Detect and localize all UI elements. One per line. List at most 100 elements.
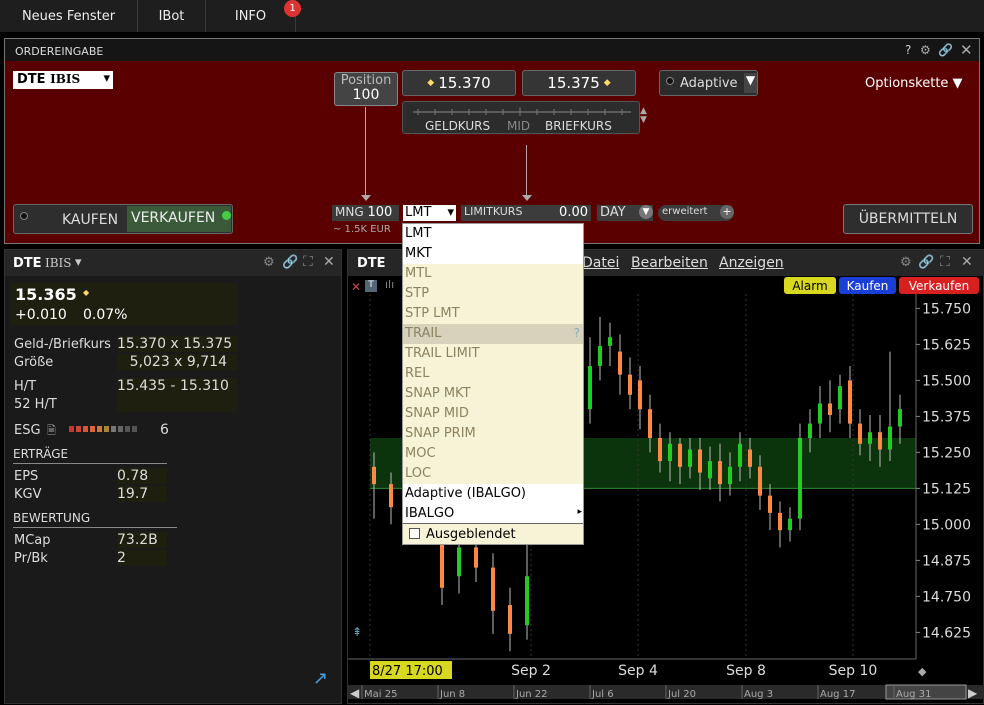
- alarm-button[interactable]: Alarm: [784, 277, 836, 294]
- sell-toggle[interactable]: VERKAUFEN: [127, 206, 231, 232]
- quote-exchange[interactable]: IBIS: [45, 256, 72, 270]
- gear-icon[interactable]: ⚙: [263, 255, 275, 270]
- order-type-option[interactable]: IBALGO ▸: [403, 504, 583, 524]
- candle-body: [748, 449, 752, 467]
- candle-body: [718, 461, 722, 485]
- limit-price-field[interactable]: LIMITKURS 0.00: [461, 205, 591, 221]
- order-type-option[interactable]: LOC: [403, 464, 583, 484]
- quantity-field[interactable]: MNG 100: [332, 205, 399, 221]
- advanced-label: erweitert: [662, 206, 708, 217]
- menu-view[interactable]: Anzeigen: [719, 255, 784, 271]
- mcap-value: 73.2B: [117, 532, 167, 548]
- close-icon[interactable]: ✕: [351, 280, 361, 294]
- info-button[interactable]: INFO: [206, 0, 296, 32]
- valuation-header: BEWERTUNG: [13, 511, 91, 525]
- order-type-option[interactable]: MKT: [403, 244, 583, 264]
- pe-value: 19.7: [117, 486, 167, 502]
- close-icon[interactable]: ✕: [960, 41, 973, 59]
- submit-button[interactable]: ÜBERMITTELN: [843, 204, 973, 234]
- document-icon[interactable]: 🗎: [47, 422, 56, 441]
- link-icon[interactable]: 🔗: [938, 43, 953, 57]
- close-icon[interactable]: ✕: [323, 254, 335, 270]
- link-icon[interactable]: 🔗: [282, 255, 298, 270]
- quote-panel: DTE IBIS ▾ ⚙ 🔗 ⛶ ✕ 15.365 ◆ +0.010 0.07%…: [4, 249, 342, 704]
- candle-body: [808, 423, 812, 438]
- order-type-option[interactable]: REL: [403, 364, 583, 384]
- expand-icon[interactable]: ⛶: [303, 254, 313, 270]
- advanced-button[interactable]: erweitert +: [658, 205, 734, 221]
- order-type-option[interactable]: SNAP MKT: [403, 384, 583, 404]
- navigator-label: Jun 8: [439, 689, 465, 700]
- menu-edit[interactable]: Bearbeiten: [631, 255, 708, 271]
- order-type-option[interactable]: LMT: [403, 224, 583, 244]
- gear-icon[interactable]: ⚙: [900, 255, 912, 270]
- sell-button[interactable]: Verkaufen: [899, 277, 979, 294]
- chevron-down-icon[interactable]: ▾: [75, 255, 82, 270]
- price-change-percent: 0.07%: [83, 307, 128, 323]
- diamond-icon: ◆: [83, 288, 90, 297]
- new-window-button[interactable]: Neues Fenster: [0, 0, 138, 32]
- candle-body: [638, 380, 642, 410]
- submenu-arrow-icon: ▸: [577, 507, 582, 517]
- close-icon[interactable]: ✕: [961, 254, 973, 270]
- order-type-option[interactable]: MOC: [403, 444, 583, 464]
- buy-sell-toggle[interactable]: KAUFEN VERKAUFEN: [13, 204, 233, 234]
- limit-price-value: 0.00: [559, 205, 588, 220]
- order-type-option[interactable]: STP: [403, 284, 583, 304]
- stepper-icon[interactable]: ▲ ▼: [640, 107, 647, 125]
- navigation-icon[interactable]: ⇞: [352, 625, 362, 639]
- order-type-option[interactable]: SNAP PRIM: [403, 424, 583, 444]
- gear-icon[interactable]: ⚙: [920, 43, 931, 57]
- text-tool-icon[interactable]: T: [365, 280, 377, 292]
- position-box: Position 100: [334, 72, 398, 106]
- order-type-select[interactable]: LMT ▾: [403, 205, 456, 221]
- radio-icon: [20, 212, 28, 220]
- bid-price-button[interactable]: ◆ 15.370: [402, 70, 516, 96]
- scroll-left-icon[interactable]: ◀: [350, 686, 360, 700]
- x-tick-label: Sep 2: [511, 663, 551, 679]
- size-label: Größe: [14, 355, 54, 370]
- order-type-option[interactable]: SNAP MID: [403, 404, 583, 424]
- order-type-option[interactable]: TRAIL LIMIT: [403, 344, 583, 364]
- algo-selector[interactable]: Adaptive ▼: [659, 70, 758, 96]
- checkbox-icon[interactable]: [409, 528, 420, 539]
- order-type-option[interactable]: TRAIL?: [403, 324, 583, 344]
- candle-body: [525, 576, 529, 626]
- earnings-header: ERTRÄGE: [13, 447, 69, 461]
- price-slider[interactable]: GELDKURS MID BRIEFKURS: [402, 101, 640, 134]
- ask-price-button[interactable]: 15.375 ◆: [522, 70, 636, 96]
- diamond-icon: ◆: [918, 665, 927, 678]
- order-type-value: LMT: [405, 205, 432, 220]
- help-icon[interactable]: ?: [905, 43, 911, 57]
- symbol-selector[interactable]: DTE IBIS ▾: [13, 71, 113, 89]
- options-chain-button[interactable]: Optionskette ▼: [865, 76, 963, 91]
- order-type-option[interactable]: MTL: [403, 264, 583, 284]
- algo-label: Adaptive: [680, 76, 738, 91]
- slider-ticks: [413, 107, 631, 116]
- hidden-types-option[interactable]: Ausgeblendet: [403, 525, 583, 545]
- hidden-types-label: Ausgeblendet: [426, 527, 516, 542]
- buy-button[interactable]: Kaufen: [839, 277, 896, 294]
- order-type-option[interactable]: STP LMT: [403, 304, 583, 324]
- bid-ask-value: 15.370 x 15.375: [117, 336, 237, 352]
- candle-body: [588, 366, 592, 410]
- external-link-icon[interactable]: ↗: [313, 668, 328, 689]
- order-type-option[interactable]: Adaptive (IBALGO): [403, 484, 583, 504]
- link-icon[interactable]: 🔗: [918, 255, 934, 270]
- navigator-label: Jul 20: [667, 689, 696, 700]
- expand-icon[interactable]: ⛶: [940, 254, 950, 270]
- order-entry-title: ORDEREINGABE: [15, 45, 104, 58]
- active-indicator-icon: [222, 211, 231, 220]
- bar-tool-icon[interactable]: ılı: [385, 278, 394, 291]
- help-icon[interactable]: ?: [574, 326, 580, 340]
- last-price-box: 15.365 ◆ +0.010 0.07%: [11, 283, 237, 325]
- candle-body: [888, 426, 892, 450]
- candle-body: [389, 484, 393, 508]
- divider: [13, 527, 177, 528]
- scroll-right-icon[interactable]: ▶: [968, 686, 978, 700]
- buy-toggle[interactable]: KAUFEN: [62, 212, 118, 228]
- ibot-button[interactable]: IBot: [138, 0, 206, 32]
- time-in-force-select[interactable]: DAY ▼: [597, 205, 653, 221]
- menu-file[interactable]: Datei: [582, 255, 619, 271]
- navigator-label: Mai 25: [364, 689, 397, 700]
